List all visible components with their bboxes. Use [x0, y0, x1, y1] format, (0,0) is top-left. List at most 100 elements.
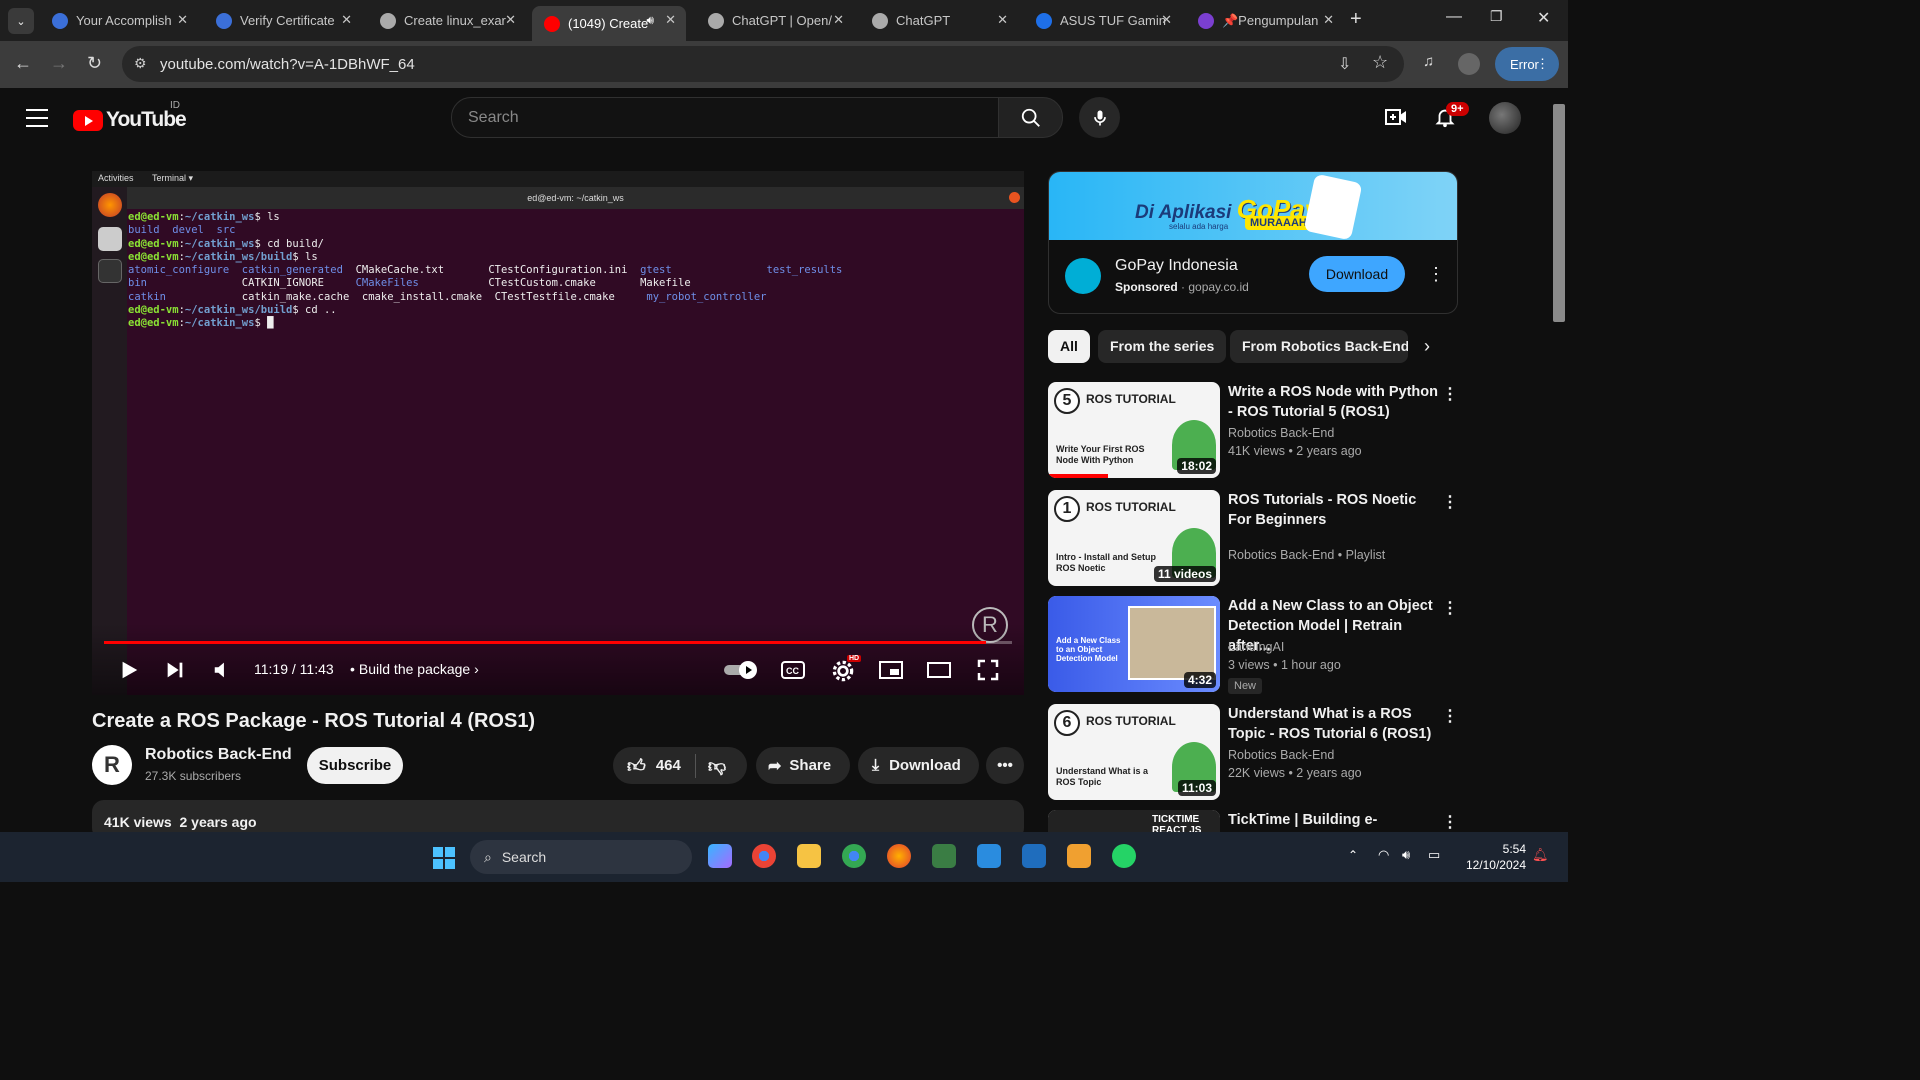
share-button[interactable]: ➦ Share [756, 747, 850, 784]
youtube-logo[interactable]: YouTube [73, 108, 187, 132]
restore-button[interactable]: ❐ [1490, 8, 1503, 25]
system-tray-chevron-icon[interactable]: ⌃ [1348, 848, 1358, 862]
app-owl-icon[interactable] [932, 844, 956, 868]
close-tab-icon[interactable]: ✕ [1323, 12, 1334, 28]
like-count[interactable]: 464 [656, 757, 681, 774]
browser-tab[interactable]: Your Accomplish ✕ [40, 6, 198, 35]
minimize-button[interactable]: — [1446, 8, 1462, 26]
chip-from-channel[interactable]: From Robotics Back-End [1230, 330, 1408, 363]
search-button[interactable] [998, 97, 1063, 138]
create-video-icon[interactable] [1384, 105, 1408, 129]
close-tab-icon[interactable]: ✕ [177, 12, 188, 28]
forward-button[interactable]: → [50, 53, 68, 74]
copilot-icon[interactable] [708, 844, 732, 868]
ad-more-icon[interactable]: ⋮ [1427, 264, 1445, 285]
account-avatar[interactable] [1489, 102, 1521, 134]
chip-from-series[interactable]: From the series [1098, 330, 1227, 363]
browser-tab[interactable]: Create linux_exar ✕ [368, 6, 526, 35]
tab-search-button[interactable]: ⌄ [8, 8, 34, 34]
new-tab-button[interactable]: + [1350, 8, 1362, 31]
more-vertical-icon[interactable]: ⋮ [1442, 492, 1458, 512]
more-vertical-icon[interactable]: ⋮ [1442, 598, 1458, 618]
more-vertical-icon[interactable]: ⋮ [1442, 812, 1458, 832]
thumbs-down-icon[interactable]: 👎︎ [708, 755, 726, 777]
ad-download-button[interactable]: Download [1309, 256, 1405, 292]
recommended-video[interactable]: 1 ROS TUTORIAL Intro - Install and Setup R… [1048, 490, 1458, 588]
scrollbar-thumb[interactable] [1553, 104, 1565, 322]
audio-playing-icon[interactable]: 🔊︎ [646, 13, 654, 28]
next-video-icon[interactable] [164, 658, 186, 682]
browser-tab[interactable]: ChatGPT ✕ [860, 6, 1018, 35]
page-scrollbar[interactable] [1550, 88, 1568, 832]
volume-icon[interactable]: 🔊︎ [1402, 847, 1410, 863]
recommended-title[interactable]: ROS Tutorials - ROS Noetic For Beginners [1228, 490, 1438, 530]
install-app-icon[interactable]: ⇩ [1338, 54, 1351, 74]
more-actions-button[interactable]: ••• [986, 747, 1024, 784]
channel-name[interactable]: Robotics Back-End [145, 746, 292, 764]
browser-tab[interactable]: ChatGPT | Open/✕ [696, 6, 854, 35]
close-tab-icon[interactable]: ✕ [341, 12, 352, 28]
error-button[interactable]: Error ⋮ [1495, 47, 1559, 81]
volume-icon[interactable] [212, 658, 234, 682]
voice-search-button[interactable] [1079, 97, 1120, 138]
recommended-video[interactable]: Add a New Class to an Object Detection M… [1048, 596, 1458, 694]
close-tab-icon[interactable]: ✕ [665, 12, 676, 28]
more-vertical-icon[interactable]: ⋮ [1442, 706, 1458, 726]
back-button[interactable]: ← [14, 53, 32, 74]
recommended-title[interactable]: Understand What is a ROS Topic - ROS Tut… [1228, 704, 1438, 744]
chevron-right-icon[interactable]: › [1424, 336, 1430, 357]
recommended-video[interactable]: 5 ROS TUTORIAL Write Your First ROS Node W… [1048, 382, 1458, 480]
close-tab-icon[interactable]: ✕ [997, 12, 1008, 28]
ad-banner-image[interactable]: Di Aplikasi GoPay selalu ada harga MURAA… [1049, 172, 1457, 241]
more-vertical-icon[interactable]: ⋮ [1442, 384, 1458, 404]
channel-avatar[interactable]: R [92, 745, 132, 785]
recommended-video[interactable]: 6 ROS TUTORIAL Understand What is a ROS To… [1048, 704, 1458, 802]
search-input[interactable]: Search [451, 97, 999, 138]
sponsored-ad-card[interactable]: Di Aplikasi GoPay selalu ada harga MURAA… [1048, 171, 1458, 314]
video-thumbnail[interactable]: Add a New Class to an Object Detection M… [1048, 596, 1220, 692]
recommended-title[interactable]: TickTime | Building e- [1228, 810, 1438, 830]
browser-tab[interactable]: ASUS TUF Gamin ✕ [1024, 6, 1182, 35]
chip-all[interactable]: All [1048, 330, 1090, 363]
recommended-channel[interactable]: LandingAI [1228, 640, 1284, 654]
reload-button[interactable]: ↻ [87, 53, 102, 74]
taskbar-clock[interactable]: 5:54 12/10/2024 [1460, 841, 1526, 873]
vscode-icon[interactable] [1022, 844, 1046, 868]
recommended-title[interactable]: Write a ROS Node with Python - ROS Tutor… [1228, 382, 1438, 422]
taskbar-search[interactable]: ⌕ Search [470, 840, 692, 874]
captions-icon[interactable]: CC [780, 658, 806, 682]
download-button[interactable]: ⤓ Download [858, 747, 979, 784]
file-explorer-icon[interactable] [797, 844, 821, 868]
browser-tab[interactable]: (1049) Create 🔊︎ ✕ [532, 6, 686, 41]
close-tab-icon[interactable]: ✕ [833, 12, 844, 28]
miniplayer-icon[interactable] [878, 658, 904, 682]
site-info-icon[interactable]: ⚙ [134, 55, 147, 72]
address-bar[interactable]: ⚙ youtube.com/watch?v=A-1DBhWF_64 ⇩ ☆ [122, 46, 1404, 82]
notification-bell-icon[interactable]: 🔔︎ [1532, 847, 1549, 863]
chrome-icon[interactable] [752, 844, 776, 868]
recommended-video[interactable]: TICKTIME REACT JS TickTime | Building e- ⋮ [1048, 810, 1458, 832]
bookmark-star-icon[interactable]: ☆ [1372, 52, 1388, 73]
close-window-button[interactable]: ✕ [1537, 8, 1550, 28]
whatsapp-icon[interactable] [1112, 844, 1136, 868]
notepad-icon[interactable] [977, 844, 1001, 868]
fullscreen-icon[interactable] [976, 658, 1000, 682]
recommended-channel[interactable]: Robotics Back-End [1228, 748, 1334, 762]
video-thumbnail[interactable]: 6 ROS TUTORIAL Understand What is a ROS To… [1048, 704, 1220, 800]
hamburger-menu-icon[interactable] [26, 109, 48, 133]
profile-avatar[interactable] [1458, 53, 1480, 75]
media-control-icon[interactable]: ♫ [1423, 53, 1434, 70]
browser-tab[interactable]: Verify Certificate ✕ [204, 6, 362, 35]
windows-start-icon[interactable] [432, 846, 456, 870]
progress-bar[interactable] [104, 641, 1012, 644]
theater-mode-icon[interactable] [926, 658, 952, 682]
close-tab-icon[interactable]: ✕ [1161, 12, 1172, 28]
ad-advertiser-name[interactable]: GoPay Indonesia [1115, 257, 1238, 275]
close-tab-icon[interactable]: ✕ [505, 12, 516, 28]
chapter-title[interactable]: • Build the package › [350, 661, 479, 677]
wifi-icon[interactable]: ◠ [1378, 847, 1389, 863]
video-thumbnail[interactable]: 5 ROS TUTORIAL Write Your First ROS Node W… [1048, 382, 1220, 478]
recommended-channel[interactable]: Robotics Back-End [1228, 426, 1334, 440]
tool-app-icon[interactable] [1067, 844, 1091, 868]
play-icon[interactable] [118, 658, 140, 682]
